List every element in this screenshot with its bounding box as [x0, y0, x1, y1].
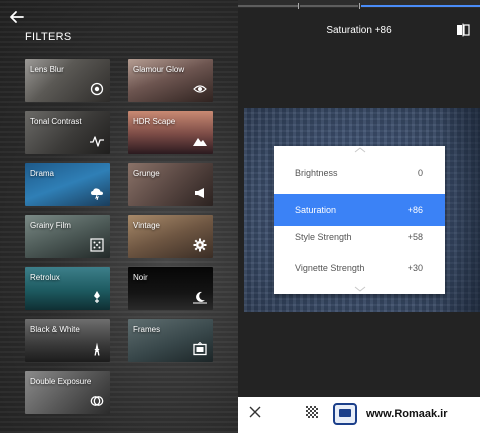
adjustment-value: +58 — [407, 232, 423, 242]
frame-icon — [193, 342, 207, 356]
filter-label: Tonal Contrast — [30, 117, 82, 126]
auto-adjust-icon[interactable] — [306, 406, 318, 418]
cloud-bolt-icon — [91, 188, 103, 200]
filter-label: Noir — [133, 273, 148, 282]
progress-segment — [238, 5, 298, 7]
progress-tick — [298, 3, 299, 9]
adjustment-value: +86 — [407, 205, 423, 215]
filter-label: Retrolux — [30, 273, 60, 282]
adjustment-item-style-strength[interactable]: Style Strength +58 — [274, 221, 445, 253]
compare-icon[interactable] — [456, 23, 470, 37]
filter-tile-glamour-glow[interactable]: Glamour Glow — [128, 59, 213, 102]
progress-tick — [359, 3, 360, 9]
progress-segment — [300, 5, 358, 7]
adjustment-value: 0 — [417, 168, 423, 178]
filter-tile-vintage[interactable]: Vintage — [128, 215, 213, 258]
site-logo — [333, 403, 357, 425]
tower-icon — [94, 342, 100, 356]
progress-active-segment — [361, 5, 480, 7]
filters-title: FILTERS — [25, 31, 72, 43]
photo-shade — [440, 108, 480, 312]
progress-track — [238, 0, 480, 9]
overlap-icon — [90, 396, 104, 406]
filter-tile-lens-blur[interactable]: Lens Blur — [25, 59, 110, 102]
watermark-url: www.Romaak.ir — [366, 408, 448, 420]
filter-tile-double-exposure[interactable]: Double Exposure — [25, 371, 110, 414]
filter-label: Double Exposure — [30, 377, 92, 386]
pulse-icon — [90, 136, 104, 147]
adjustment-item-brightness[interactable]: Brightness 0 — [274, 157, 445, 189]
megaphone-icon — [195, 188, 204, 198]
filter-label: Grainy Film — [30, 221, 71, 230]
adjustment-title: Saturation +86 — [326, 25, 392, 36]
filter-tile-drama[interactable]: Drama — [25, 163, 110, 206]
lens-blur-icon — [90, 82, 104, 96]
filter-label: Drama — [30, 169, 55, 178]
filter-label: Glamour Glow — [133, 65, 185, 74]
editor-panel: Saturation +86 Brightness 0 Saturation +… — [238, 0, 480, 433]
adjustment-label: Style Strength — [295, 232, 352, 242]
adjustment-label: Saturation — [295, 205, 337, 215]
eye-icon — [193, 85, 207, 93]
adjustment-item-vignette-strength[interactable]: Vignette Strength +30 — [274, 252, 445, 284]
filters-panel: FILTERS Lens Blur Glamour Glow Tonal Con… — [0, 0, 238, 433]
filter-label: Black & White — [30, 325, 80, 334]
adjustment-value: +30 — [407, 263, 423, 273]
chevron-up-icon[interactable] — [274, 146, 445, 154]
close-icon[interactable] — [249, 406, 261, 418]
filter-label: Frames — [133, 325, 161, 334]
filter-label: Grunge — [133, 169, 160, 178]
grain-icon — [90, 238, 104, 252]
moon-icon — [193, 291, 207, 304]
adjustment-label: Brightness — [295, 168, 338, 178]
chevron-down-icon[interactable] — [274, 285, 445, 293]
filter-tile-hdr-scape[interactable]: HDR Scape — [128, 111, 213, 154]
spark-icon — [94, 291, 100, 303]
adjustment-label: Vignette Strength — [295, 263, 365, 273]
filter-tile-grainy-film[interactable]: Grainy Film — [25, 215, 110, 258]
filter-label: Lens Blur — [30, 65, 64, 74]
filter-tile-noir[interactable]: Noir — [128, 267, 213, 310]
adjustment-menu: Brightness 0 Saturation +86 Style Streng… — [274, 146, 445, 294]
filter-label: Vintage — [133, 221, 160, 230]
bottom-bar: www.Romaak.ir — [238, 397, 480, 433]
filter-tile-black-white[interactable]: Black & White — [25, 319, 110, 362]
filter-tile-tonal-contrast[interactable]: Tonal Contrast — [25, 111, 110, 154]
mountain-icon — [193, 138, 207, 146]
filter-tile-retrolux[interactable]: Retrolux — [25, 267, 110, 310]
filter-tile-frames[interactable]: Frames — [128, 319, 213, 362]
filter-tile-grunge[interactable]: Grunge — [128, 163, 213, 206]
gear-icon — [193, 238, 207, 252]
filter-label: HDR Scape — [133, 117, 176, 126]
back-arrow-icon[interactable] — [8, 8, 26, 26]
